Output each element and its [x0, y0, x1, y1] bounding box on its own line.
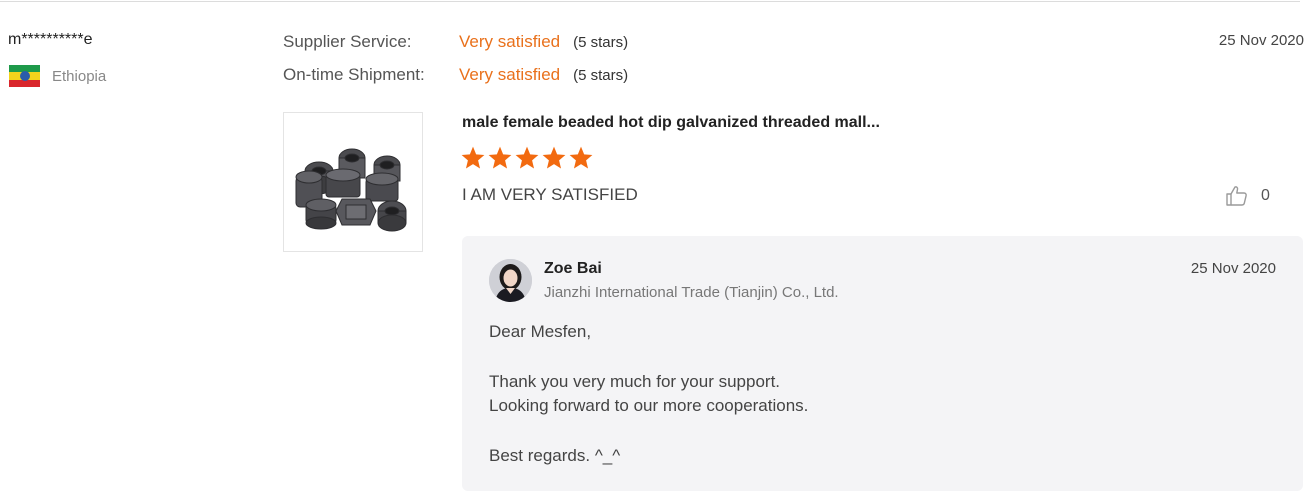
country-name: Ethiopia — [52, 67, 107, 85]
supplier-reply: Zoe Bai Jianzhi International Trade (Tia… — [462, 236, 1303, 491]
reply-company: Jianzhi International Trade (Tianjin) Co… — [544, 284, 839, 301]
star-icon — [542, 146, 566, 169]
rating-label: On-time Shipment: — [283, 65, 425, 84]
rating-label: Supplier Service: — [283, 32, 412, 51]
reviewer-country: Ethiopia — [9, 65, 106, 87]
rating-stars-text: (5 stars) — [573, 67, 629, 84]
rating-on-time-shipment: On-time Shipment: Very satisfied (5 star… — [283, 65, 628, 85]
thumbs-up-icon[interactable] — [1225, 184, 1249, 208]
rating-value: Very satisfied — [459, 65, 561, 84]
avatar — [489, 259, 532, 302]
rating-value: Very satisfied — [459, 32, 561, 51]
reply-line: Looking forward to our more cooperations… — [489, 396, 809, 415]
ethiopia-flag-icon — [9, 65, 40, 87]
product-title-link[interactable]: male female beaded hot dip galvanized th… — [462, 114, 880, 132]
reply-message: Dear Mesfen, Thank you very much for you… — [489, 320, 808, 468]
like-button[interactable]: 0 — [1225, 184, 1270, 208]
reply-line: Best regards. ^_^ — [489, 445, 621, 465]
reply-line: Dear Mesfen, — [489, 322, 592, 341]
top-divider — [0, 1, 1300, 2]
star-icon — [488, 146, 512, 169]
rating-supplier-service: Supplier Service: Very satisfied (5 star… — [283, 32, 628, 52]
reviewer-name: m**********e — [8, 31, 93, 48]
rating-stars-text: (5 stars) — [573, 34, 629, 51]
star-icon — [461, 146, 485, 169]
reply-author-name: Zoe Bai — [544, 260, 602, 277]
reply-date: 25 Nov 2020 — [1190, 260, 1276, 277]
reply-line: Thank you very much for your support. — [489, 371, 781, 391]
star-icon — [569, 146, 593, 169]
product-star-rating — [460, 145, 594, 171]
like-count: 0 — [1261, 187, 1270, 204]
review-date: 25 Nov 2020 — [1218, 32, 1304, 49]
review-comment: I AM VERY SATISFIED — [462, 185, 638, 204]
star-icon — [515, 146, 539, 169]
pipe-fittings-image[interactable] — [283, 112, 423, 252]
